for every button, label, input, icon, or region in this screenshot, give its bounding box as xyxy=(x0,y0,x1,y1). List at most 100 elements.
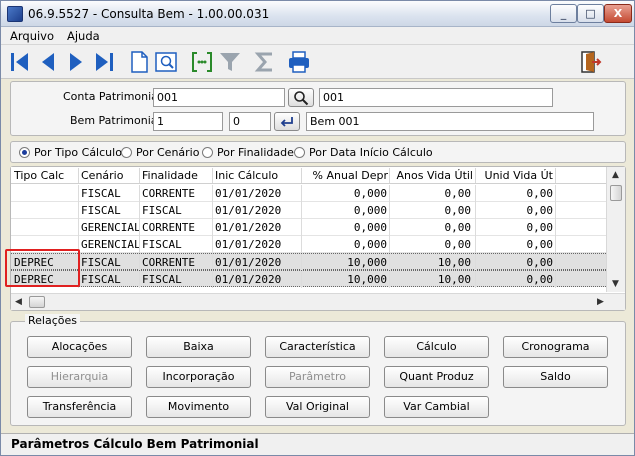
enter-arrow-icon xyxy=(280,117,293,127)
cell-tipo-calc xyxy=(14,186,78,201)
column-header-inic-calculo[interactable]: Inic Cálculo xyxy=(215,169,301,182)
cell-anos-vida-util: 0,00 xyxy=(444,238,472,251)
table-row[interactable]: DEPREC FISCAL FISCAL 01/01/2020 10,000 10,00 0… xyxy=(11,270,606,288)
last-icon[interactable] xyxy=(92,50,116,74)
radio-por-data-inicio-calculo[interactable]: Por Data Início Cálculo xyxy=(294,146,433,159)
relacoes-title: Relações xyxy=(25,314,80,327)
goto-icon[interactable] xyxy=(190,50,214,74)
window-title: 06.9.5527 - Consulta Bem - 1.00.00.031 xyxy=(28,7,270,21)
conta-patrimonial-label: Conta Patrimonial: xyxy=(63,90,165,103)
cell-inic-calculo: 01/01/2020 xyxy=(215,187,282,200)
status-bar: Parâmetros Cálculo Bem Patrimonial xyxy=(1,433,634,455)
confirm-button[interactable] xyxy=(274,112,300,131)
status-text: Parâmetros Cálculo Bem Patrimonial xyxy=(11,437,259,451)
filter-icon[interactable] xyxy=(218,50,242,74)
cell-anual-depr: 10,000 xyxy=(347,256,387,269)
menu-ajuda[interactable]: Ajuda xyxy=(67,29,100,43)
radio-por-cenario[interactable]: Por Cenário xyxy=(121,146,199,159)
sum-icon[interactable] xyxy=(253,50,277,74)
button-incorporacao[interactable]: Incorporação xyxy=(146,366,251,388)
column-header-anual-depr[interactable]: % Anual Depr xyxy=(304,169,388,182)
radio-por-finalidade[interactable]: Por Finalidade xyxy=(202,146,294,159)
maximize-button[interactable]: □ xyxy=(577,4,604,23)
menu-arquivo[interactable]: Arquivo xyxy=(10,29,54,43)
button-val-original[interactable]: Val Original xyxy=(265,396,370,418)
cell-cenario: FISCAL xyxy=(81,273,121,286)
cell-unid-vida-util: 0,00 xyxy=(526,187,554,200)
column-header-finalidade[interactable]: Finalidade xyxy=(142,169,212,182)
app-icon xyxy=(7,6,23,22)
radio-selected-icon xyxy=(19,147,30,158)
cell-tipo-calc xyxy=(14,203,78,218)
bem-sequence-input[interactable]: 0 xyxy=(229,112,271,131)
previous-icon[interactable] xyxy=(36,50,60,74)
print-icon[interactable] xyxy=(287,50,311,74)
cell-anos-vida-util: 0,00 xyxy=(444,187,472,200)
cell-inic-calculo: 01/01/2020 xyxy=(215,273,282,286)
toolbar xyxy=(1,45,634,79)
cell-unid-vida-util: 0,00 xyxy=(526,204,554,217)
cell-anual-depr: 0,000 xyxy=(353,238,387,251)
cell-cenario: FISCAL xyxy=(81,187,121,200)
search-button[interactable] xyxy=(288,88,314,107)
horizontal-scroll-thumb[interactable] xyxy=(29,296,45,308)
minimize-button[interactable]: _ xyxy=(550,4,577,23)
horizontal-scrollbar[interactable]: ◀ ▶ xyxy=(11,293,625,310)
button-transferencia[interactable]: Transferência xyxy=(27,396,132,418)
preview-icon[interactable] xyxy=(154,50,178,74)
conta-description-field: 001 xyxy=(319,88,553,107)
cell-finalidade: FISCAL xyxy=(142,273,182,286)
cell-unid-vida-util: 0,00 xyxy=(526,256,554,269)
close-button[interactable]: X xyxy=(604,4,632,23)
button-baixa[interactable]: Baixa xyxy=(146,336,251,358)
exit-icon[interactable] xyxy=(578,50,602,74)
table-row[interactable]: GERENCIAL FISCAL 01/01/2020 0,000 0,00 0,00 xyxy=(11,236,606,253)
cell-inic-calculo: 01/01/2020 xyxy=(215,238,282,251)
application-window: 06.9.5527 - Consulta Bem - 1.00.00.031 _… xyxy=(0,0,635,456)
column-header-tipo-calc[interactable]: Tipo Calc xyxy=(14,169,78,182)
cell-finalidade: CORRENTE xyxy=(142,221,195,234)
button-caracteristica[interactable]: Característica xyxy=(265,336,370,358)
table-row[interactable]: FISCAL FISCAL 01/01/2020 0,000 0,00 0,00 xyxy=(11,202,606,219)
bem-patrimonial-input[interactable]: 1 xyxy=(153,112,223,131)
radio-unselected-icon xyxy=(121,147,132,158)
button-calculo[interactable]: Cálculo xyxy=(384,336,489,358)
conta-patrimonial-input[interactable]: 001 xyxy=(153,88,285,107)
column-header-anos-vida-util[interactable]: Anos Vida Útil xyxy=(391,169,474,182)
cell-finalidade: CORRENTE xyxy=(142,256,195,269)
asset-filter-panel: Conta Patrimonial: 001 001 Bem Patrimoni… xyxy=(10,81,626,136)
button-var-cambial[interactable]: Var Cambial xyxy=(384,396,489,418)
table-row[interactable]: FISCAL CORRENTE 01/01/2020 0,000 0,00 0,00 xyxy=(11,185,606,202)
scroll-down-icon[interactable]: ▼ xyxy=(612,279,619,289)
cell-finalidade: FISCAL xyxy=(142,204,182,217)
button-alocacoes[interactable]: Alocações xyxy=(27,336,132,358)
column-header-cenario[interactable]: Cenário xyxy=(81,169,139,182)
next-icon[interactable] xyxy=(64,50,88,74)
button-movimento[interactable]: Movimento xyxy=(146,396,251,418)
relacoes-panel: Relações Alocações Baixa Característica Cál… xyxy=(10,314,626,426)
scroll-right-icon[interactable]: ▶ xyxy=(597,297,604,307)
button-saldo[interactable]: Saldo xyxy=(503,366,608,388)
cell-cenario: GERENCIAL xyxy=(81,221,139,234)
vertical-scrollbar[interactable]: ▲ ▼ xyxy=(606,167,625,292)
vertical-scroll-thumb[interactable] xyxy=(610,185,622,201)
new-document-icon[interactable] xyxy=(127,50,151,74)
sort-options-panel: Por Tipo Cálculo Por Cenário Por Finalid… xyxy=(10,141,626,163)
column-header-unid-vida-util[interactable]: Unid Vida Út xyxy=(477,169,553,182)
cell-anual-depr: 10,000 xyxy=(347,273,387,286)
button-quant-produz[interactable]: Quant Produz xyxy=(384,366,489,388)
cell-tipo-calc xyxy=(14,220,78,235)
search-icon xyxy=(294,91,309,106)
scroll-left-icon[interactable]: ◀ xyxy=(15,297,22,307)
title-bar[interactable]: 06.9.5527 - Consulta Bem - 1.00.00.031 _… xyxy=(1,1,634,27)
bem-patrimonial-label: Bem Patrimonial: xyxy=(70,114,165,127)
menu-bar: Arquivo Ajuda xyxy=(1,27,634,45)
button-cronograma[interactable]: Cronograma xyxy=(503,336,608,358)
radio-por-tipo-calculo[interactable]: Por Tipo Cálculo xyxy=(19,146,122,159)
cell-unid-vida-util: 0,00 xyxy=(526,238,554,251)
cell-anos-vida-util: 10,00 xyxy=(437,256,471,269)
table-row[interactable]: DEPREC FISCAL CORRENTE 01/01/2020 10,000 10,0… xyxy=(11,253,606,271)
first-icon[interactable] xyxy=(8,50,32,74)
scroll-up-icon[interactable]: ▲ xyxy=(612,170,619,180)
table-row[interactable]: GERENCIAL CORRENTE 01/01/2020 0,000 0,00 0,00 xyxy=(11,219,606,236)
